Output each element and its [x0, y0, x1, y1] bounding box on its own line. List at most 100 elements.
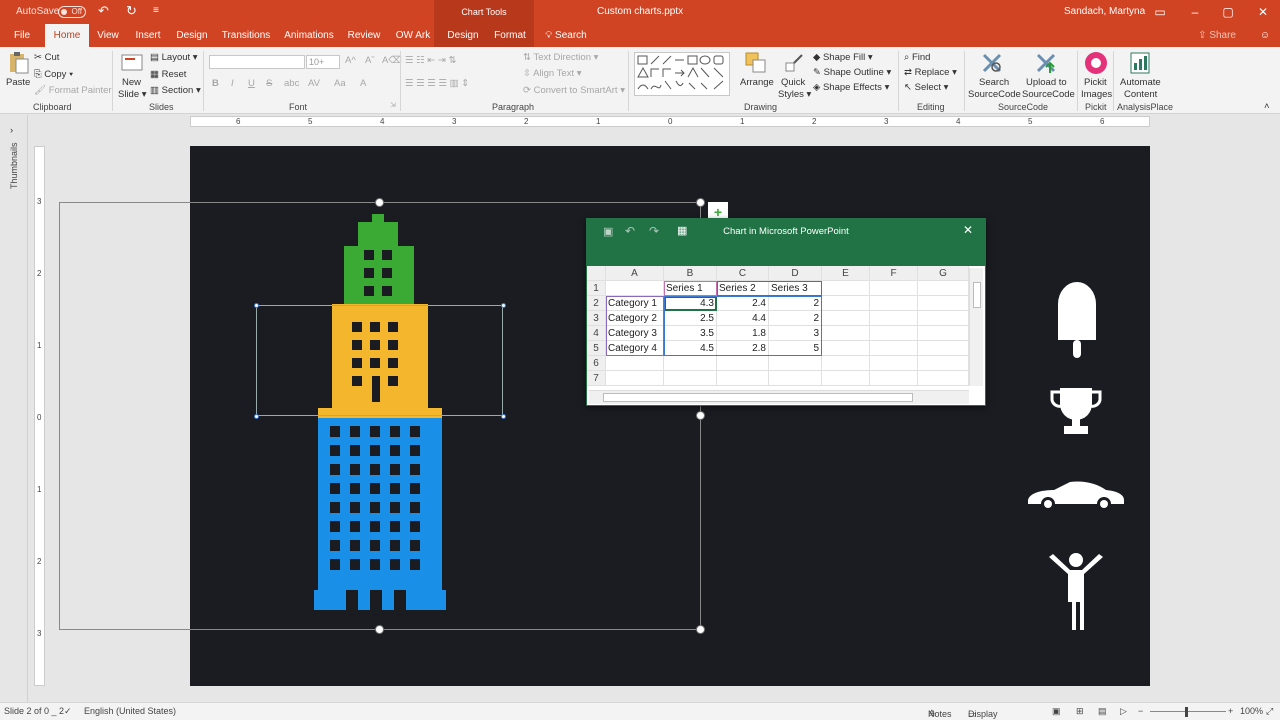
chart-data-window[interactable]: ▣ ↶ ↷ ▦ Chart in Microsoft PowerPoint ✕ … [586, 218, 986, 406]
change-case-button[interactable]: Aa [334, 78, 346, 89]
row-header[interactable]: 6 [587, 356, 606, 371]
shapes-gallery[interactable] [634, 52, 730, 96]
slideshow-icon[interactable]: ▷ [1120, 706, 1127, 717]
value-cell[interactable]: 3 [769, 326, 822, 341]
bold-button[interactable]: B [212, 78, 219, 89]
section-button[interactable]: ▥ Section ▾ [150, 85, 201, 96]
resize-handle[interactable] [696, 625, 705, 634]
column-header[interactable]: E [822, 266, 870, 281]
char-spacing-button[interactable]: AV [308, 78, 320, 89]
spreadsheet-grid[interactable]: A B C D E F G 1 Series 1 Series 2 Series 3 2 Categor… [587, 266, 985, 388]
column-header[interactable]: B [664, 266, 717, 281]
horizontal-scrollbar[interactable] [589, 390, 969, 404]
category-cell[interactable]: Category 3 [606, 326, 664, 341]
customize-qat-icon[interactable]: ≡ [153, 5, 159, 16]
tab-chart-design[interactable]: Design [444, 24, 482, 47]
column-header[interactable]: G [918, 266, 969, 281]
maximize-icon[interactable]: ▢ [1215, 0, 1241, 24]
new-slide-icon[interactable] [120, 51, 144, 75]
value-cell[interactable]: 2.8 [717, 341, 769, 356]
sheet-cell[interactable] [664, 356, 717, 371]
upload-sourcecode-line2[interactable]: SourceCode [1022, 89, 1075, 100]
tab-chart-format[interactable]: Format [492, 24, 528, 47]
user-name[interactable]: Sandach, Martyna [1064, 0, 1145, 24]
slide-counter[interactable]: Slide 2 of 0 _ 2 [4, 706, 64, 716]
font-name-input[interactable] [209, 55, 305, 69]
quick-styles-icon[interactable] [782, 51, 806, 75]
tab-transitions[interactable]: Transitions [220, 24, 272, 47]
reset-button[interactable]: ▦ Reset [150, 69, 186, 80]
clear-format-icon[interactable]: A⌫ [382, 55, 402, 66]
series-header-cell[interactable]: Series 2 [717, 281, 769, 296]
quick-styles-line1[interactable]: Quick [781, 77, 805, 88]
align-icons[interactable]: ☰ ☰ ☰ ☰ ▥ ⇕ [405, 78, 469, 89]
pickit-line2[interactable]: Images [1081, 89, 1112, 100]
arrange-button[interactable]: Arrange [740, 77, 774, 88]
sheet-cell[interactable] [822, 356, 870, 371]
resize-handle[interactable] [375, 625, 384, 634]
sheet-cell[interactable] [918, 296, 969, 311]
resize-handle[interactable] [696, 198, 705, 207]
shape-effects-button[interactable]: ◈ Shape Effects ▾ [813, 82, 889, 93]
value-cell[interactable]: 4.4 [717, 311, 769, 326]
sheet-cell[interactable] [870, 356, 918, 371]
sheet-cell[interactable] [918, 281, 969, 296]
column-header[interactable]: A [606, 266, 664, 281]
sheet-cell[interactable] [870, 296, 918, 311]
spellcheck-icon[interactable]: ✓ [64, 706, 72, 717]
italic-button[interactable]: I [231, 78, 234, 89]
sheet-cell[interactable] [918, 371, 969, 386]
sheet-cell[interactable] [822, 311, 870, 326]
autosave-toggle[interactable]: Off [58, 6, 86, 18]
tab-ow-ark[interactable]: OW Ark [392, 24, 434, 47]
sheet-cell[interactable] [870, 326, 918, 341]
pickit-line1[interactable]: Pickit [1084, 77, 1107, 88]
sheet-cell[interactable] [822, 371, 870, 386]
point-handle[interactable] [254, 303, 259, 308]
close-icon[interactable]: ✕ [1250, 0, 1276, 24]
series-header-cell[interactable]: Series 3 [769, 281, 822, 296]
sheet-cell[interactable] [870, 281, 918, 296]
point-handle[interactable] [501, 414, 506, 419]
sheet-cell[interactable] [918, 311, 969, 326]
sheet-cell[interactable] [918, 356, 969, 371]
series-selection-frame[interactable] [256, 305, 503, 416]
column-header[interactable]: F [870, 266, 918, 281]
cut-button[interactable]: ✂ Cut [34, 52, 59, 63]
value-cell[interactable]: 2.4 [717, 296, 769, 311]
search-sourcecode-icon[interactable] [980, 51, 1004, 75]
grow-font-icon[interactable]: A^ [345, 55, 356, 66]
point-handle[interactable] [254, 414, 259, 419]
sheet-cell[interactable] [769, 371, 822, 386]
row-header[interactable]: 4 [587, 326, 606, 341]
column-header[interactable]: D [769, 266, 822, 281]
upload-sourcecode-icon[interactable] [1034, 51, 1058, 75]
column-header[interactable]: C [717, 266, 769, 281]
value-cell[interactable]: 2 [769, 311, 822, 326]
zoom-slider-thumb[interactable] [1185, 707, 1188, 717]
automate-content-line2[interactable]: Content [1124, 89, 1157, 100]
sheet-cell[interactable] [870, 311, 918, 326]
font-color-button[interactable]: A [360, 78, 366, 89]
sheet-cell[interactable] [870, 341, 918, 356]
tab-home[interactable]: Home [45, 24, 89, 47]
font-size-input[interactable]: 10+ [306, 55, 340, 69]
strikethrough-button[interactable]: S [266, 78, 272, 89]
category-cell[interactable]: Category 4 [606, 341, 664, 356]
fit-slide-icon[interactable]: ⤢ [1266, 706, 1273, 717]
sheet-cell[interactable] [606, 281, 664, 296]
category-cell[interactable]: Category 2 [606, 311, 664, 326]
vertical-scrollbar[interactable] [969, 268, 983, 386]
smartart-button[interactable]: ⟳ Convert to SmartArt ▾ [523, 85, 625, 96]
point-handle[interactable] [501, 303, 506, 308]
thumbnails-pane[interactable]: › Thumbnails [0, 115, 28, 702]
smiley-icon[interactable]: ☺ [1256, 24, 1274, 47]
zoom-slider[interactable] [1150, 711, 1226, 712]
paste-button[interactable]: Paste [6, 77, 30, 88]
sheet-cell[interactable] [822, 296, 870, 311]
minimize-icon[interactable]: – [1182, 0, 1208, 24]
zoom-out-icon[interactable]: − [1138, 706, 1143, 716]
series-header-cell[interactable]: Series 1 [664, 281, 717, 296]
shape-fill-button[interactable]: ◆ Shape Fill ▾ [813, 52, 873, 63]
underline-button[interactable]: U [248, 78, 255, 89]
